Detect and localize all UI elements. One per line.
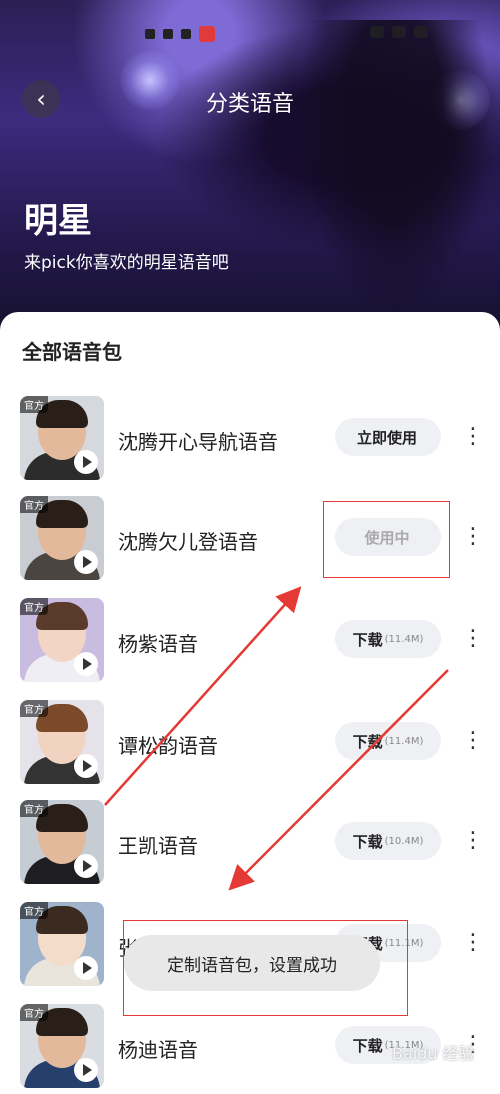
annotation-arrow bbox=[228, 669, 449, 891]
watermark: Baidu 经验 bbox=[392, 1044, 475, 1063]
annotation-arrows bbox=[104, 586, 449, 891]
annotation-arrow bbox=[104, 586, 302, 806]
toast-message: 定制语音包，设置成功 bbox=[124, 935, 380, 991]
